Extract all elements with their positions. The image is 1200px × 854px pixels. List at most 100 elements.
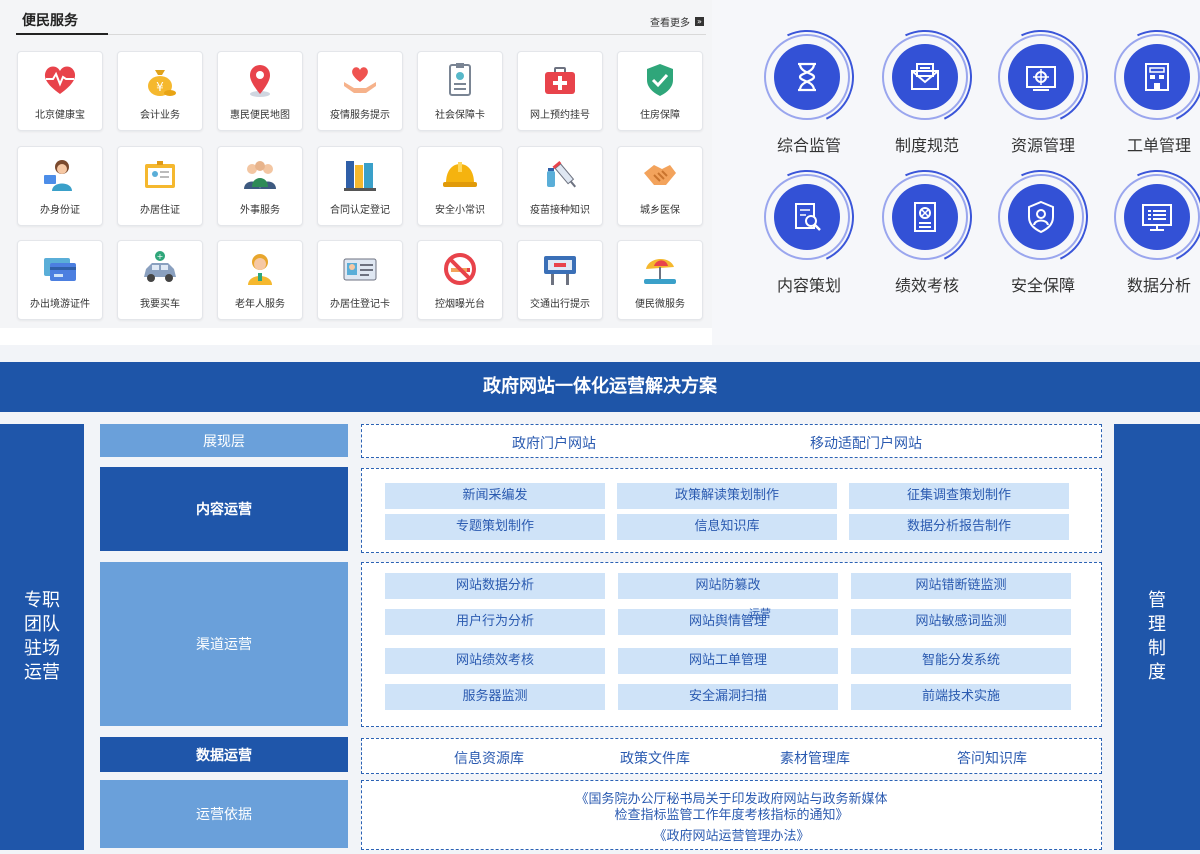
- solution-title: 政府网站一体化运营解决方案: [0, 362, 1200, 412]
- channel-item[interactable]: 安全漏洞扫描: [618, 684, 838, 710]
- data-item[interactable]: 信息资源库: [454, 748, 524, 768]
- service-label: 交通出行提示: [530, 299, 590, 310]
- presentation-item[interactable]: 政府门户网站: [512, 433, 596, 453]
- beach-umbrella-icon: [644, 258, 676, 284]
- feature-resource-management[interactable]: 资源管理: [984, 34, 1102, 174]
- icon-ring: [1114, 174, 1200, 260]
- service-card-residence-registration[interactable]: 办居住登记卡: [317, 240, 403, 320]
- service-card-safety-tips[interactable]: 安全小常识: [417, 146, 503, 226]
- channel-item[interactable]: 网站数据分析: [385, 573, 605, 599]
- feature-data-analysis[interactable]: 数据分析: [1100, 174, 1200, 314]
- service-card-housing[interactable]: 住房保障: [617, 51, 703, 131]
- data-item[interactable]: 答问知识库: [957, 748, 1027, 768]
- arrow-right-icon: »: [695, 17, 704, 26]
- data-item[interactable]: 素材管理库: [780, 748, 850, 768]
- channel-item[interactable]: 智能分发系统: [851, 648, 1071, 674]
- service-card-exit-travel[interactable]: 办出境游证件: [17, 240, 103, 320]
- service-card-smoking-control[interactable]: 控烟曝光台: [417, 240, 503, 320]
- feature-label: 综合监管: [776, 136, 841, 155]
- service-card-id-card[interactable]: 办身份证: [17, 146, 103, 226]
- service-card-buy-car[interactable]: + 我要买车: [117, 240, 203, 320]
- service-label: 合同认定登记: [330, 205, 390, 216]
- content-item[interactable]: 政策解读策划制作: [617, 483, 837, 509]
- money-bag-icon: ¥: [148, 70, 176, 96]
- service-card-accounting[interactable]: ¥ 会计业务: [117, 51, 203, 131]
- channel-item[interactable]: 用户行为分析: [385, 609, 605, 635]
- service-card-map[interactable]: 惠民便民地图: [217, 51, 303, 131]
- channel-item[interactable]: 网站防篡改: [618, 573, 838, 599]
- channel-item[interactable]: 网站绩效考核: [385, 648, 605, 674]
- icon-ring: [764, 174, 850, 260]
- feature-institutional-norms[interactable]: 制度规范: [868, 34, 986, 174]
- binders-icon: [344, 161, 376, 191]
- service-card-traffic-tips[interactable]: 交通出行提示: [517, 240, 603, 320]
- svg-text:¥: ¥: [156, 80, 164, 94]
- service-label: 城乡医保: [640, 205, 680, 216]
- service-card-social-security[interactable]: 社会保障卡: [417, 51, 503, 131]
- feature-label: 资源管理: [1010, 136, 1075, 155]
- service-card-vaccine[interactable]: 疫苗接种知识: [517, 146, 603, 226]
- service-label: 办出境游证件: [30, 299, 90, 310]
- service-card-epidemic-tips[interactable]: 疫情服务提示: [317, 51, 403, 131]
- icon-ring: [998, 174, 1084, 260]
- service-card-elderly[interactable]: 老年人服务: [217, 240, 303, 320]
- layer-operation-basis: 运营依据: [100, 780, 348, 848]
- feature-comprehensive-supervision[interactable]: 综合监管: [750, 34, 868, 174]
- service-card-health-code[interactable]: 北京健康宝: [17, 51, 103, 131]
- content-item[interactable]: 新闻采编发: [385, 483, 605, 509]
- feature-performance-assessment[interactable]: 绩效考核: [868, 174, 986, 314]
- layer-label: 渠道运营: [196, 637, 252, 653]
- channel-operation-box: 网站数据分析 网站防篡改 网站错断链监测 用户行为分析 网站舆情管理 网站敏感词…: [361, 562, 1102, 727]
- feature-label: 数据分析: [1126, 276, 1191, 295]
- icon-ring: [1114, 34, 1200, 120]
- building-icon: [1145, 63, 1169, 91]
- heart-pulse-icon: [44, 66, 76, 94]
- service-card-medical-insurance[interactable]: 城乡医保: [617, 146, 703, 226]
- service-card-foreign-affairs[interactable]: 外事服务: [217, 146, 303, 226]
- map-pin-icon: [250, 65, 270, 97]
- data-item[interactable]: 政策文件库: [620, 748, 690, 768]
- operation-basis-box: 《国务院办公厅秘书局关于印发政府网站与政务新媒体 检查指标监管工作年度考核指标的…: [361, 780, 1102, 850]
- feature-label: 工单管理: [1126, 136, 1191, 155]
- right-pillar-management: 管 理 制 度: [1114, 424, 1200, 850]
- content-operation-box: 新闻采编发 政策解读策划制作 征集调查策划制作 专题策划制作 信息知识库 数据分…: [361, 468, 1102, 553]
- layer-presentation: 展现层: [100, 424, 348, 457]
- feature-content-planning[interactable]: 内容策划: [750, 174, 868, 314]
- feature-label: 制度规范: [894, 136, 959, 155]
- channel-item[interactable]: 网站舆情管理: [618, 609, 838, 635]
- service-card-residence-permit[interactable]: 办居住证: [117, 146, 203, 226]
- residence-card-icon: [145, 161, 175, 188]
- channel-item[interactable]: 网站错断链监测: [851, 573, 1071, 599]
- no-smoking-icon: [444, 253, 476, 285]
- desktop-list-icon: [1142, 204, 1172, 231]
- basis-line: 检查指标监管工作年度考核指标的通知》: [614, 808, 849, 823]
- content-item[interactable]: 专题策划制作: [385, 514, 605, 540]
- elderly-person-icon: [248, 254, 272, 285]
- feature-work-order-management[interactable]: 工单管理: [1100, 34, 1200, 174]
- service-card-contract-registration[interactable]: 合同认定登记: [317, 146, 403, 226]
- content-item[interactable]: 信息知识库: [617, 514, 837, 540]
- service-card-micro-service[interactable]: 便民微服务: [617, 240, 703, 320]
- overlay-note: 运营: [749, 607, 771, 620]
- presentation-item[interactable]: 移动适配门户网站: [810, 433, 922, 453]
- service-label: 惠民便民地图: [230, 110, 290, 121]
- channel-item[interactable]: 网站工单管理: [618, 648, 838, 674]
- left-pillar-label: 专职 团队 驻场 运营: [24, 590, 60, 683]
- channel-item[interactable]: 前端技术实施: [851, 684, 1071, 710]
- layer-label: 数据运营: [196, 747, 252, 764]
- view-more-link[interactable]: 查看更多 »: [650, 14, 704, 29]
- layer-channel-operation: 渠道运营: [100, 562, 348, 726]
- icon-disc: [1124, 44, 1190, 110]
- service-label: 办居住登记卡: [330, 299, 390, 310]
- monitor-target-icon: [1026, 66, 1056, 91]
- service-card-appointment[interactable]: 网上预约挂号: [517, 51, 603, 131]
- content-item[interactable]: 数据分析报告制作: [849, 514, 1069, 540]
- feature-security-assurance[interactable]: 安全保障: [984, 174, 1102, 314]
- service-label: 外事服务: [240, 205, 280, 216]
- channel-item[interactable]: 服务器监测: [385, 684, 605, 710]
- service-panel: 便民服务 查看更多 » 北京健康宝 ¥ 会计业务 惠民便民地图 疫情服务提示 社…: [0, 0, 712, 328]
- channel-item[interactable]: 网站敏感词监测: [851, 609, 1071, 635]
- icon-disc: [892, 184, 958, 250]
- vaccine-icon: [547, 160, 577, 188]
- content-item[interactable]: 征集调查策划制作: [849, 483, 1069, 509]
